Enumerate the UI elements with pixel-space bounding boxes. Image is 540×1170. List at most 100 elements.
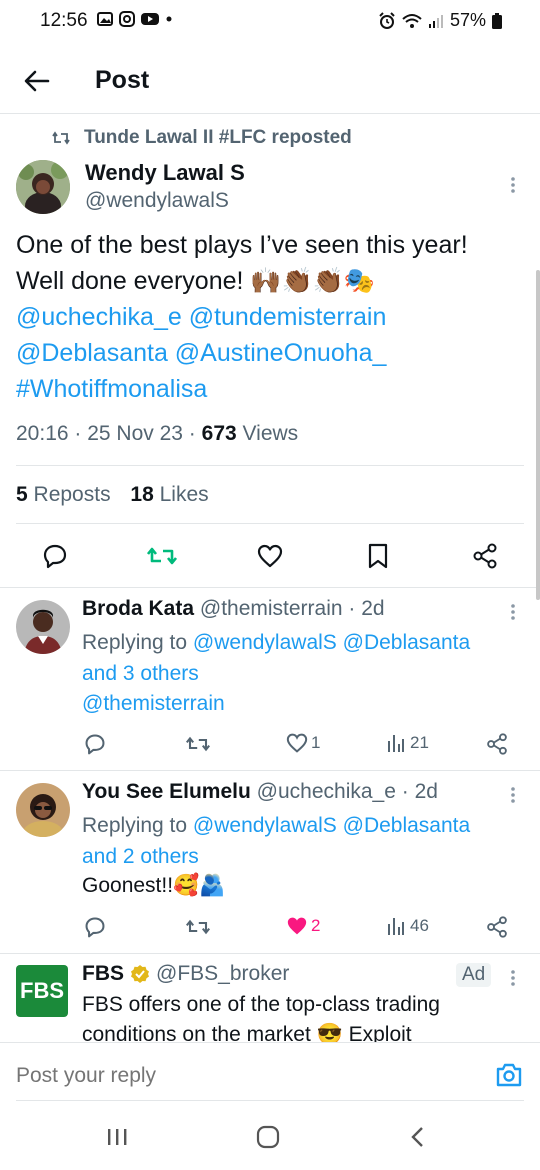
reply-1-like-button[interactable]: 1	[286, 733, 320, 753]
reposted-by-text: Tunde Lawal II #LFC reposted	[84, 127, 352, 148]
reply-2-body-emoji: 🥰🫂	[173, 874, 226, 897]
likes-stat[interactable]: 18 Likes	[130, 483, 208, 506]
reposts-stat[interactable]: 5 Reposts	[16, 483, 111, 506]
signal-icon	[428, 14, 443, 28]
likes-label: Likes	[159, 483, 209, 506]
reply-2-reply-button[interactable]	[84, 916, 106, 943]
stats-divider	[16, 523, 524, 524]
reply-2-views-button[interactable]: 46	[387, 916, 429, 936]
bookmark-icon	[368, 543, 388, 569]
reply-1-avatar[interactable]	[16, 600, 70, 654]
likes-count: 18	[130, 483, 154, 506]
reply-1-like-count: 1	[311, 733, 321, 752]
reply-2-share-button[interactable]	[486, 916, 508, 943]
repost-button[interactable]	[146, 545, 178, 572]
reply-icon	[85, 917, 105, 938]
top-app-bar: Post	[0, 52, 540, 110]
reply-2-replying-more[interactable]: and 2 others	[82, 841, 522, 872]
reply-2-body-text: Goonest!!	[82, 874, 174, 897]
wifi-icon	[402, 13, 422, 28]
post-text-line-2-text: Well done everyone!	[16, 267, 244, 295]
ad-handle: @FBS_broker	[156, 962, 290, 985]
ad-header[interactable]: FBS @FBS_broker	[82, 962, 289, 986]
status-time: 12:56	[40, 10, 88, 31]
like-button[interactable]	[257, 544, 283, 573]
avatar-image	[16, 600, 70, 654]
status-bar: 12:56 57%	[0, 0, 540, 44]
reply-2-header[interactable]: You See Elumelu @uchechika_e · 2d	[82, 780, 438, 804]
actions-divider	[0, 587, 540, 588]
repost-indicator[interactable]: Tunde Lawal II #LFC reposted	[52, 127, 352, 149]
more-vertical-icon	[511, 787, 515, 803]
bookmark-button[interactable]	[368, 543, 388, 574]
post-more-button[interactable]	[510, 176, 516, 194]
reply-2-avatar[interactable]	[16, 783, 70, 837]
author-avatar[interactable]	[16, 160, 70, 214]
camera-icon	[496, 1063, 522, 1087]
post-time: 20:16	[16, 422, 69, 445]
reposts-label: Reposts	[33, 483, 111, 506]
reply-1-more-button[interactable]	[510, 603, 516, 621]
avatar-image	[16, 160, 70, 214]
ad-more-button[interactable]	[510, 969, 516, 987]
reply-2-replying: Replying to @wendylawalS @Deblasanta and…	[82, 810, 522, 872]
views-count: 673	[201, 422, 237, 445]
reply-2-handle: @uchechika_e	[256, 780, 396, 803]
alarm-icon	[379, 11, 395, 29]
header-divider	[0, 113, 540, 114]
reply-button[interactable]	[42, 543, 68, 574]
reply-1-replying-more[interactable]: and 3 others	[82, 658, 522, 689]
repost-icon	[185, 919, 211, 935]
post-hashtag[interactable]: #Whotiffmonalisa	[16, 371, 531, 407]
post-mentions-line-1[interactable]: @uchechika_e @tundemisterrain	[16, 299, 531, 335]
reply-icon	[43, 544, 67, 569]
post-body: One of the best plays I’ve seen this yea…	[16, 227, 531, 407]
recents-button[interactable]	[106, 1127, 128, 1152]
post-stats: 5 Reposts 18 Likes	[16, 483, 209, 507]
reply-1-divider	[0, 770, 540, 771]
repost-icon	[52, 131, 70, 145]
reply-1-replying: Replying to @wendylawalS @Deblasanta and…	[82, 627, 522, 689]
battery-icon	[492, 12, 502, 29]
reply-2-replying-prefix: Replying to	[82, 814, 188, 837]
ad-body[interactable]: FBS offers one of the top-class trading …	[82, 990, 522, 1042]
reply-2-views-count: 46	[410, 916, 429, 935]
reply-composer	[0, 1042, 540, 1112]
reply-1-reply-button[interactable]	[84, 733, 106, 760]
reply-2-like-button[interactable]: 2	[286, 916, 320, 936]
ad-logo[interactable]: FBS	[16, 965, 68, 1017]
dot-icon	[166, 16, 172, 22]
reply-1-views-button[interactable]: 21	[387, 733, 429, 753]
share-icon	[473, 543, 497, 569]
youtube-icon	[141, 13, 159, 25]
reply-2-age: 2d	[414, 780, 438, 803]
post-mentions-line-2[interactable]: @Deblasanta @AustineOnuoha_	[16, 335, 531, 371]
reply-1-share-button[interactable]	[486, 733, 508, 760]
reply-2-repost-button[interactable]	[185, 918, 211, 941]
reply-2-replying-to[interactable]: @wendylawalS @Deblasanta	[193, 814, 470, 837]
reply-1-replying-to[interactable]: @wendylawalS @Deblasanta	[193, 631, 470, 654]
reply-input[interactable]	[16, 1059, 456, 1093]
back-button[interactable]	[22, 66, 52, 101]
battery-percent: 57%	[449, 10, 486, 30]
reply-1-header[interactable]: Broda Kata @themisterrain · 2d	[82, 597, 385, 621]
author-info[interactable]: Wendy Lawal S @wendylawalS	[85, 160, 245, 213]
reply-1-body[interactable]: @themisterrain	[82, 692, 225, 716]
reply-1-repost-button[interactable]	[185, 735, 211, 758]
instagram-icon	[119, 11, 135, 27]
reply-2-more-button[interactable]	[510, 786, 516, 804]
share-icon	[487, 916, 507, 938]
home-button[interactable]	[256, 1125, 280, 1154]
scrollbar[interactable]	[536, 270, 540, 600]
composer-divider	[16, 1100, 524, 1101]
views-bar-chart-icon	[388, 918, 404, 935]
share-button[interactable]	[472, 543, 498, 574]
reply-1-replying-prefix: Replying to	[82, 631, 188, 654]
ad-badge: Ad	[456, 963, 492, 987]
share-icon	[487, 733, 507, 755]
post-emojis: 🙌🏾👏🏾👏🏾🎭	[250, 267, 375, 295]
camera-button[interactable]	[495, 1062, 523, 1093]
system-back-button[interactable]	[410, 1126, 426, 1153]
recent-apps-icon	[108, 1129, 127, 1145]
post-text-line-2: Well done everyone! 🙌🏾👏🏾👏🏾🎭	[16, 263, 531, 299]
